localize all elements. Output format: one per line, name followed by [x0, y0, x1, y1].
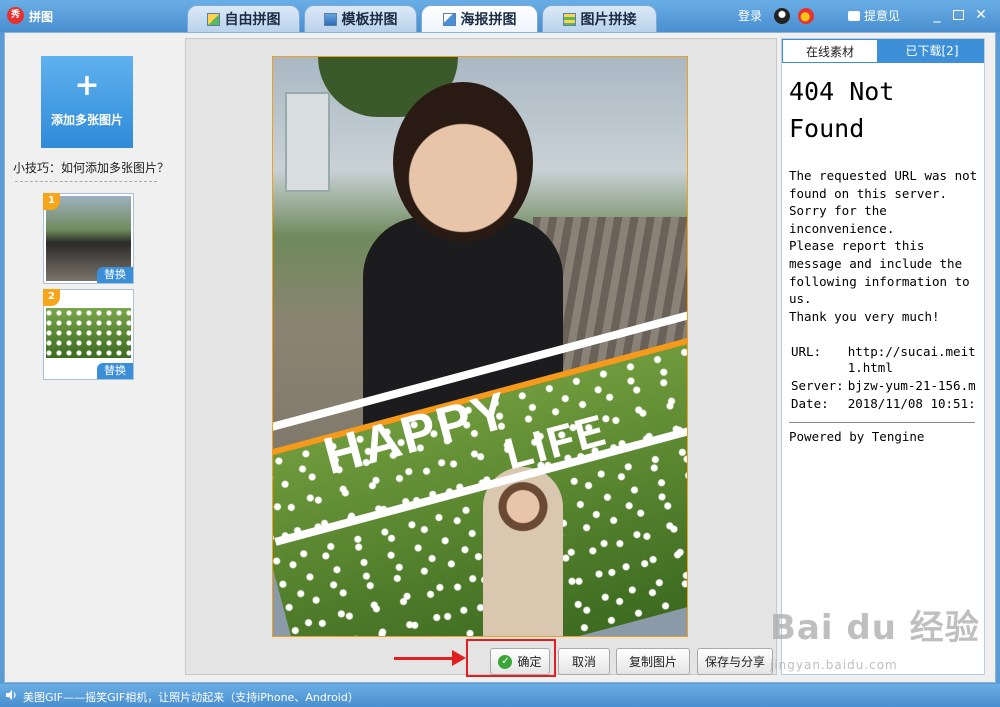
divider [15, 181, 157, 182]
copy-image-button[interactable]: 复制图片 [616, 648, 690, 675]
error-title: 404 Not Found [789, 77, 895, 143]
cancel-button[interactable]: 取消 [558, 648, 610, 675]
info-value: bjzw-yum-21-156.m [847, 378, 976, 394]
plus-icon: + [74, 68, 100, 103]
error-info-table: URL: http://sucai.meit 1.html Server: bj… [789, 343, 978, 413]
arrow-head-icon [452, 650, 466, 666]
tab-label: 海报拼图 [460, 12, 517, 28]
speaker-icon [6, 690, 16, 700]
baidu-watermark: Bai du 经验 jingyan.baidu.com [770, 600, 980, 672]
info-key: URL: [791, 344, 822, 360]
feedback-link[interactable]: 提意见 [864, 7, 900, 24]
thumbnail-number: 2 [43, 289, 60, 306]
free-collage-icon [206, 12, 220, 26]
add-multiple-images-button[interactable]: + 添加多张图片 [41, 56, 133, 148]
minimize-icon[interactable]: _ [930, 8, 944, 22]
error-page: 404 Not Found The requested URL was not … [789, 73, 983, 444]
poster-collage-icon [442, 12, 456, 26]
tab-downloaded[interactable]: 已下载[2] [880, 39, 984, 63]
app-title: 拼图 [29, 10, 54, 24]
info-key: Date: [791, 396, 829, 412]
image-stitch-icon [562, 12, 576, 26]
tab-image-stitch[interactable]: 图片拼接 [542, 5, 657, 32]
info-key: Server: [791, 378, 844, 394]
title-bar: 秀 拼图 自由拼图 模板拼图 海报拼图 图片拼接 登录 提意见 _ ✕ [0, 0, 1000, 32]
tab-free-collage[interactable]: 自由拼图 [187, 5, 300, 32]
watermark-main: Bai du 经验 [770, 608, 980, 648]
info-value: http://sucai.meit 1.html [847, 344, 976, 376]
table-row: URL: http://sucai.meit 1.html [789, 343, 978, 377]
material-panel: 在线素材 已下载[2] 404 Not Found The requested … [781, 38, 985, 675]
close-icon[interactable]: ✕ [974, 8, 988, 22]
login-link[interactable]: 登录 [738, 7, 762, 24]
thumbnail-image [46, 308, 131, 358]
poster-preview[interactable]: HAPPY LIFE [272, 56, 688, 637]
table-row: Date: 2018/11/08 10:51: [789, 395, 978, 413]
table-row: Server: bjzw-yum-21-156.m [789, 377, 978, 395]
status-bar: 美图GIF——摇笑GIF相机，让照片动起来（支持iPhone、Android） [0, 684, 1000, 707]
tab-label: 自由拼图 [224, 12, 281, 28]
save-share-button[interactable]: 保存与分享 [697, 648, 773, 675]
thumbnail-2[interactable]: 2 替换 [43, 289, 134, 380]
watermark-sub: jingyan.baidu.com [770, 658, 898, 672]
confirm-highlight-box [466, 639, 556, 677]
error-body: The requested URL was not found on this … [789, 168, 978, 324]
tab-online-materials[interactable]: 在线素材 [782, 39, 878, 63]
main-panel: + 添加多张图片 小技巧：如何添加多张图片？ 1 替换 2 替换 HAPPY L… [4, 32, 996, 683]
girl-head [393, 82, 533, 242]
feedback-icon [848, 11, 860, 21]
material-tabs: 在线素材 已下载[2] [782, 39, 984, 63]
maximize-icon[interactable] [953, 10, 964, 20]
station-sign [285, 92, 330, 192]
tab-label: 图片拼接 [580, 12, 637, 28]
tab-poster-collage[interactable]: 海报拼图 [421, 5, 538, 32]
divider [789, 422, 975, 424]
add-images-label: 添加多张图片 [50, 113, 123, 127]
weibo-icon[interactable] [798, 8, 814, 24]
tab-template-collage[interactable]: 模板拼图 [304, 5, 417, 32]
status-text[interactable]: 美图GIF——摇笑GIF相机，让照片动起来（支持iPhone、Android） [23, 689, 359, 705]
powered-by: Powered by Tengine [789, 429, 925, 445]
replace-button[interactable]: 替换 [97, 363, 133, 379]
replace-button[interactable]: 替换 [97, 267, 133, 283]
thumbnail-1[interactable]: 1 替换 [43, 193, 134, 284]
qq-icon[interactable] [774, 8, 790, 24]
tip-link[interactable]: 小技巧：如何添加多张图片？ [13, 159, 169, 176]
arrow-icon [394, 657, 456, 660]
canvas-area: HAPPY LIFE ✓ 确定 取消 复制图片 保存与分享 [185, 38, 777, 675]
template-collage-icon [323, 12, 337, 26]
app-logo-icon: 秀 [7, 7, 24, 24]
info-value: 2018/11/08 10:51: [847, 396, 976, 412]
flower-girl-figure [483, 467, 563, 636]
tab-label: 模板拼图 [341, 12, 398, 28]
